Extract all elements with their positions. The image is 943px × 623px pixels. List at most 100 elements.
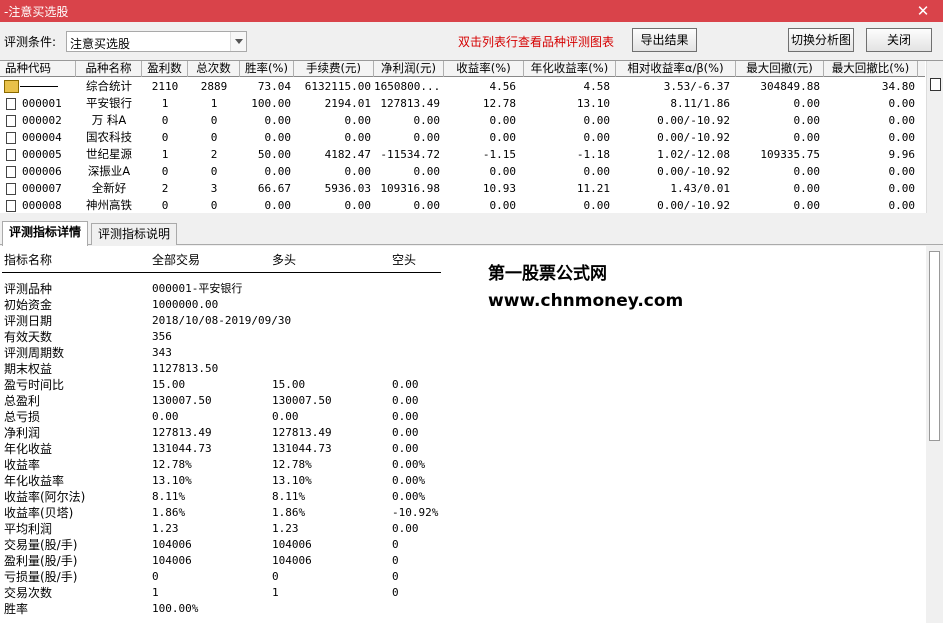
detail-header-short: 空头 bbox=[392, 253, 417, 267]
document-icon bbox=[6, 132, 16, 144]
switch-chart-button[interactable]: 切换分析图 bbox=[788, 28, 854, 52]
detail-row: 收益率(贝塔) 1.86% 1.86% -10.92% bbox=[0, 505, 460, 521]
column-header[interactable]: 最大回撤(元) bbox=[736, 61, 824, 77]
metric-value: 15.00 bbox=[272, 378, 306, 391]
column-header[interactable]: 年化收益率(%) bbox=[524, 61, 616, 77]
column-header[interactable]: 手续费(元) bbox=[294, 61, 374, 77]
detail-row: 收益率 12.78% 12.78% 0.00% bbox=[0, 457, 460, 473]
column-header[interactable]: 总次数 bbox=[188, 61, 240, 77]
metric-value: 8.11% bbox=[272, 490, 306, 503]
cell-ddr: 0.00 bbox=[888, 131, 916, 144]
column-header[interactable]: 最大回撤比(%) bbox=[824, 61, 918, 77]
close-button[interactable]: 关闭 bbox=[866, 28, 932, 52]
cell-ret: 0.00 bbox=[489, 165, 517, 178]
metric-value: 127813.49 bbox=[272, 426, 332, 439]
scroll-thumb[interactable] bbox=[929, 251, 940, 441]
metric-value: 0 bbox=[272, 570, 279, 583]
cell-win: 1 bbox=[161, 148, 169, 161]
tab-details[interactable]: 评测指标详情 bbox=[2, 221, 89, 246]
summary-icon bbox=[4, 80, 19, 93]
metric-value: 104006 bbox=[272, 554, 312, 567]
cell-rate: 0.00 bbox=[264, 165, 292, 178]
detail-row: 胜率 100.00% bbox=[0, 601, 460, 617]
cell-code: 000004 bbox=[22, 131, 62, 144]
document-icon bbox=[6, 115, 16, 127]
cell-ret: 0.00 bbox=[489, 114, 517, 127]
table-scrollbar[interactable] bbox=[926, 61, 943, 213]
cell-fee: 6132115.00 bbox=[304, 80, 371, 93]
metric-value: 1127813.50 bbox=[152, 362, 219, 375]
cell-total: 2 bbox=[210, 148, 218, 161]
cell-alpha: 0.00/-10.92 bbox=[657, 199, 730, 212]
metric-value: 131044.73 bbox=[272, 442, 332, 455]
cell-annual: 11.21 bbox=[576, 182, 610, 195]
cell-code: 000006 bbox=[22, 165, 62, 178]
cell-name: 神州高铁 bbox=[86, 198, 132, 212]
metric-name: 初始资金 bbox=[4, 298, 53, 312]
export-button[interactable]: 导出结果 bbox=[632, 28, 697, 52]
scroll-thumb[interactable] bbox=[930, 78, 941, 91]
condition-label: 评测条件: bbox=[4, 35, 57, 49]
metric-name: 盈亏时间比 bbox=[4, 378, 65, 392]
cell-profit: 0.00 bbox=[413, 131, 441, 144]
table-row[interactable]: 000005 世纪星源 1 2 50.00 4182.47 -11534.72 -1.15 -1… bbox=[0, 146, 925, 163]
table-row[interactable]: 000001 平安银行 1 1 100.00 2194.01 127813.49 12.78 1… bbox=[0, 95, 925, 112]
column-header[interactable]: 净利润(元) bbox=[374, 61, 444, 77]
cell-profit: -11534.72 bbox=[380, 148, 440, 161]
metric-value: 0 bbox=[392, 538, 399, 551]
cell-name: 深振业A bbox=[87, 164, 131, 178]
metric-name: 总亏损 bbox=[4, 410, 41, 424]
window-close-icon[interactable]: ✕ bbox=[903, 0, 943, 22]
cell-name: 万 科A bbox=[91, 113, 127, 127]
metric-value: 356 bbox=[152, 330, 172, 343]
cell-win: 1 bbox=[161, 97, 169, 110]
cell-ret: -1.15 bbox=[482, 148, 516, 161]
detail-tabs: 评测指标详情 评测指标说明 bbox=[0, 221, 943, 246]
cell-total: 0 bbox=[210, 165, 218, 178]
metric-name: 年化收益 bbox=[4, 442, 53, 456]
column-header[interactable]: 相对收益率α/β(%) bbox=[616, 61, 736, 77]
cell-dd: 109335.75 bbox=[760, 148, 820, 161]
cell-win: 2 bbox=[161, 182, 169, 195]
cell-dd: 0.00 bbox=[793, 199, 821, 212]
cell-code: 000007 bbox=[22, 182, 62, 195]
detail-row: 交易量(股/手) 104006 104006 0 bbox=[0, 537, 460, 553]
column-header[interactable]: 盈利数 bbox=[142, 61, 188, 77]
metric-value: 12.78% bbox=[272, 458, 312, 471]
column-header[interactable]: 收益率(%) bbox=[444, 61, 524, 77]
detail-row: 亏损量(股/手) 0 0 0 bbox=[0, 569, 460, 585]
condition-select[interactable]: 注意买选股 bbox=[66, 31, 247, 52]
cell-annual: -1.18 bbox=[576, 148, 610, 161]
metric-value: 1000000.00 bbox=[152, 298, 219, 311]
cell-profit: 1650800... bbox=[374, 80, 441, 93]
column-header[interactable]: 品种代码 bbox=[0, 61, 76, 77]
detail-row: 评测日期 2018/10/08-2019/09/30 bbox=[0, 313, 460, 329]
metric-value: -10.92% bbox=[392, 506, 439, 519]
table-row[interactable]: 000006 深振业A 0 0 0.00 0.00 0.00 0.00 0.00 0.00/-10… bbox=[0, 163, 925, 180]
table-row[interactable]: 000008 神州高铁 0 0 0.00 0.00 0.00 0.00 0.00 0.00/-10… bbox=[0, 197, 925, 214]
cell-annual: 13.10 bbox=[576, 97, 610, 110]
detail-scrollbar[interactable] bbox=[926, 246, 943, 623]
chevron-down-icon[interactable] bbox=[230, 32, 246, 51]
column-header[interactable]: 品种名称 bbox=[76, 61, 142, 77]
cell-code: 000005 bbox=[22, 148, 62, 161]
table-row[interactable]: 000007 全新好 2 3 66.67 5936.03 109316.98 10.93 11.… bbox=[0, 180, 925, 197]
metric-name: 评测品种 bbox=[4, 282, 53, 296]
cell-annual: 4.58 bbox=[583, 80, 611, 93]
cell-ddr: 34.80 bbox=[881, 80, 915, 93]
column-header[interactable]: 胜率(%) bbox=[240, 61, 294, 77]
table-row[interactable]: 000004 国农科技 0 0 0.00 0.00 0.00 0.00 0.00 0.00/-10… bbox=[0, 129, 925, 146]
detail-row: 交易次数 1 1 0 bbox=[0, 585, 460, 601]
cell-code bbox=[22, 78, 76, 95]
title-bar: -注意买选股 ✕ bbox=[0, 0, 943, 22]
tab-explanation[interactable]: 评测指标说明 bbox=[91, 223, 178, 245]
cell-win: 2110 bbox=[151, 80, 179, 93]
metric-value: 0.00% bbox=[392, 490, 426, 503]
metric-value: 0 bbox=[392, 570, 399, 583]
metric-value: 104006 bbox=[152, 554, 192, 567]
summary-row[interactable]: 综合统计 2110 2889 73.04 6132115.00 1650800... 4.5… bbox=[0, 78, 925, 95]
cell-ddr: 9.96 bbox=[888, 148, 916, 161]
detail-panel: 指标名称 全部交易 多头 空头 评测品种 000001-平安银行 初始资金 10000… bbox=[0, 246, 943, 623]
metric-value: 104006 bbox=[152, 538, 192, 551]
table-row[interactable]: 000002 万 科A 0 0 0.00 0.00 0.00 0.00 0.00 0.00/-10… bbox=[0, 112, 925, 129]
